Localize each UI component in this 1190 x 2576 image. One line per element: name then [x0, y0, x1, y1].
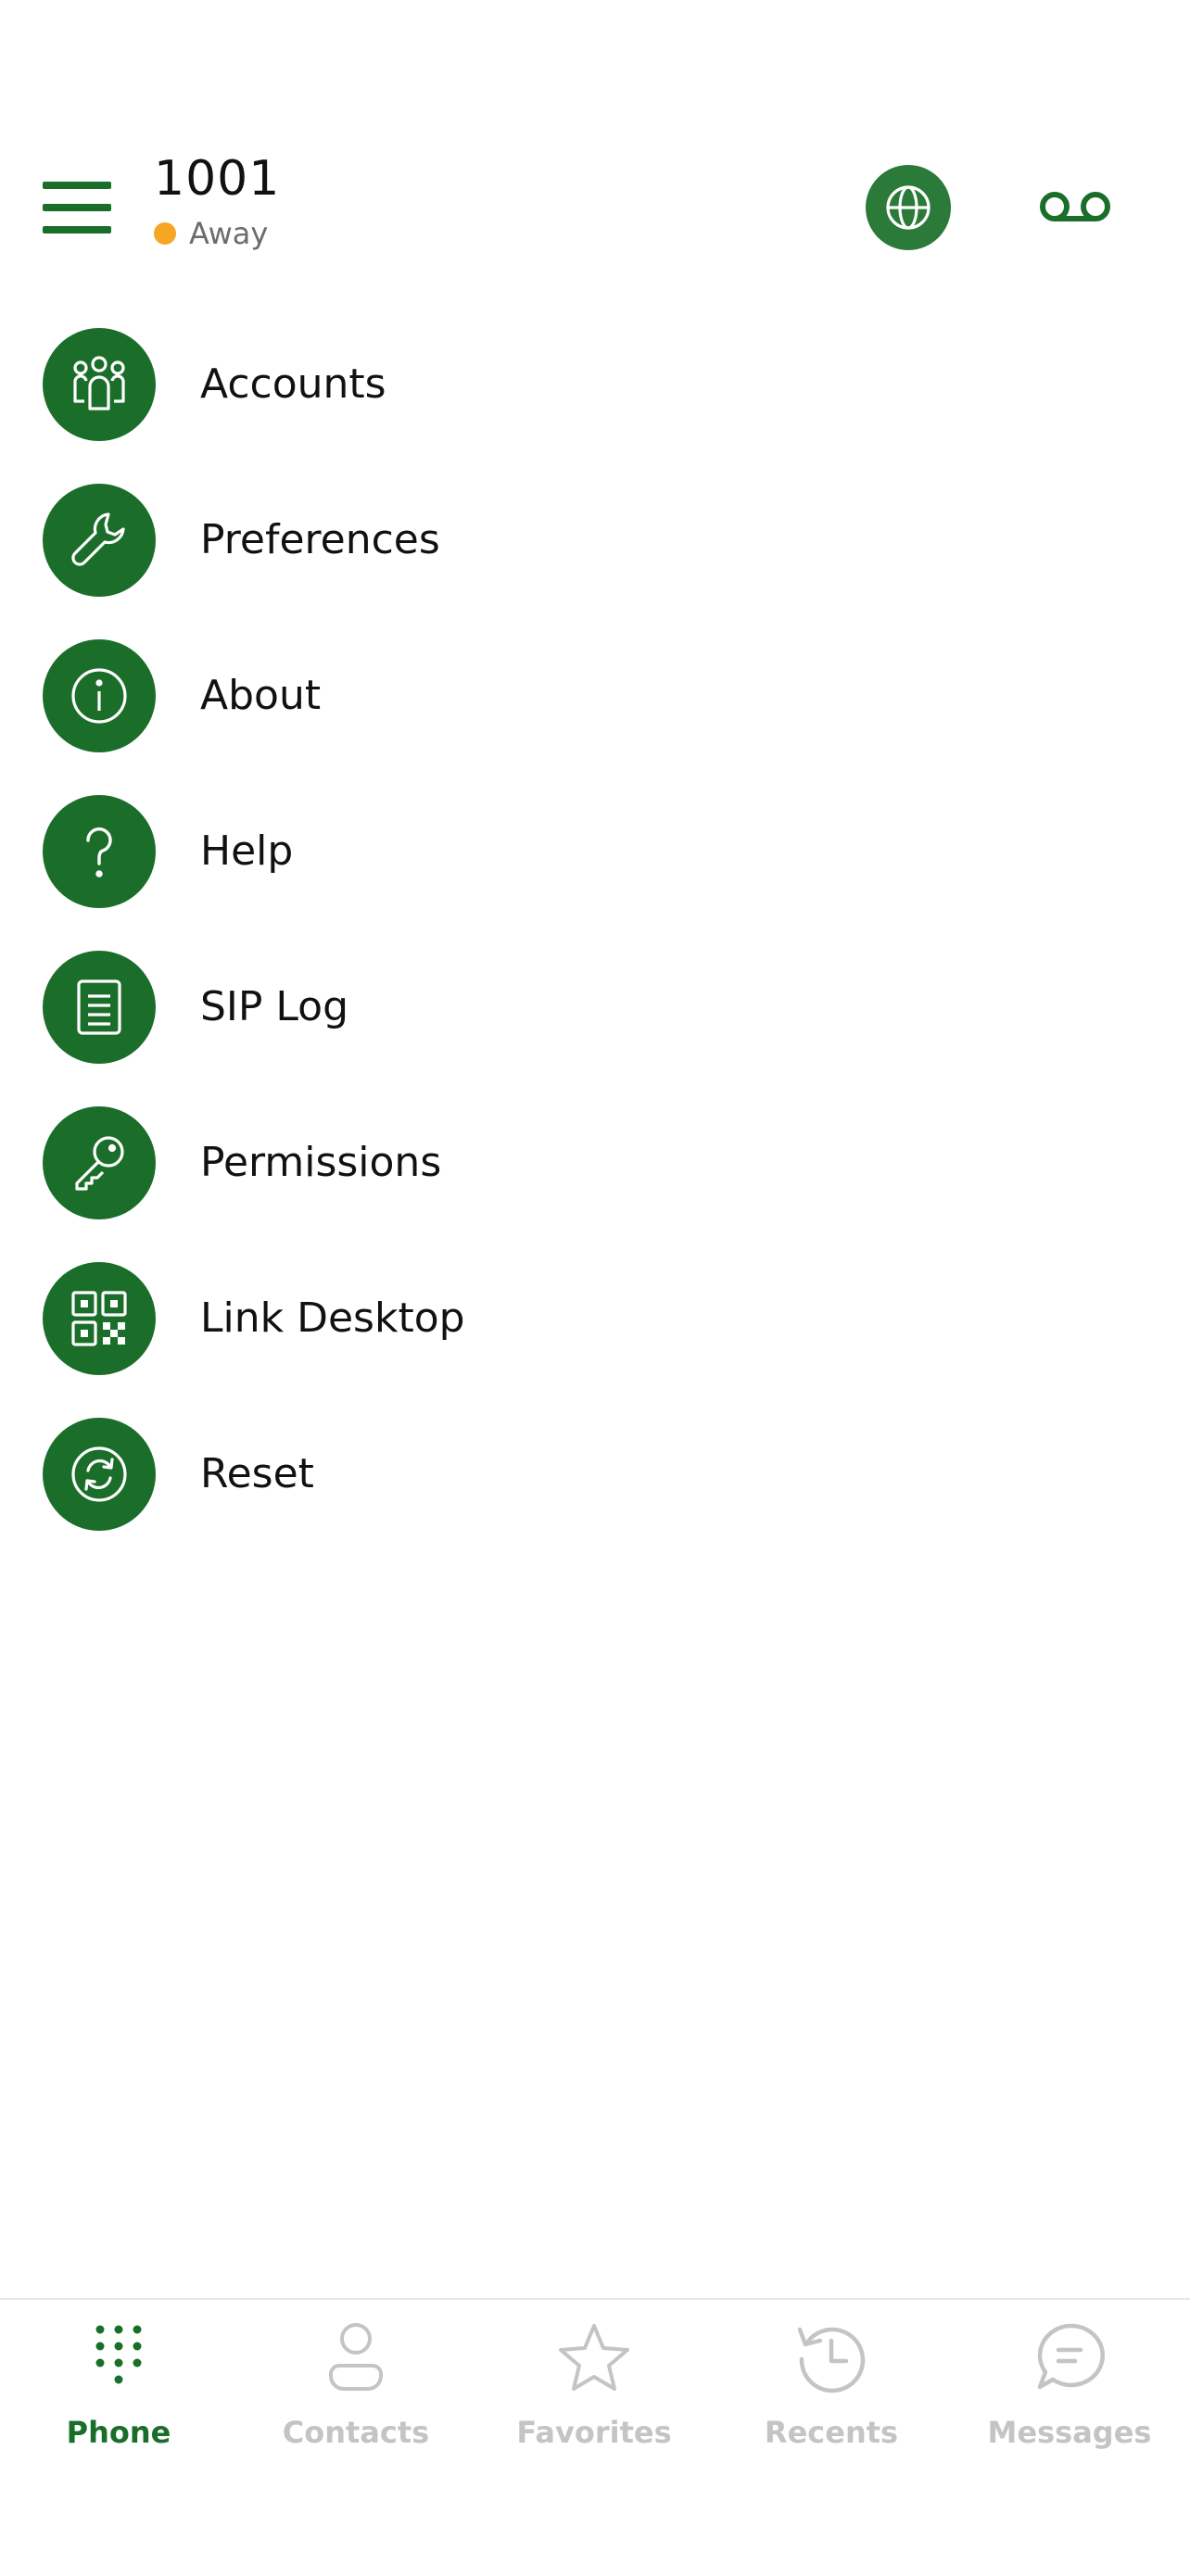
question-icon [43, 795, 156, 908]
bottom-tab-bar: Phone Contacts Favorites Recents Message… [0, 2298, 1190, 2576]
globe-icon [886, 185, 930, 230]
tab-label: Recents [764, 2415, 899, 2450]
chat-bubble-icon [951, 2318, 1188, 2396]
menu-item-reset[interactable]: Reset [0, 1395, 1190, 1551]
tab-label: Favorites [516, 2415, 672, 2450]
star-icon [475, 2318, 713, 2396]
info-icon [43, 639, 156, 752]
status-label: Away [189, 216, 269, 251]
menu-item-permissions[interactable]: Permissions [0, 1084, 1190, 1240]
voicemail-button[interactable] [1029, 176, 1121, 237]
globe-button[interactable] [866, 165, 951, 250]
menu-label: SIP Log [200, 983, 349, 1030]
menu-label: Link Desktop [200, 1294, 465, 1342]
person-icon [237, 2318, 475, 2396]
menu-label: Help [200, 827, 294, 875]
dialpad-icon [0, 2318, 237, 2396]
menu-item-sip-log[interactable]: SIP Log [0, 928, 1190, 1084]
qr-code-icon [43, 1262, 156, 1375]
tab-recents[interactable]: Recents [713, 2318, 950, 2467]
menu-label: About [200, 672, 322, 719]
menu-label: Accounts [200, 360, 386, 408]
menu-item-link-desktop[interactable]: Link Desktop [0, 1240, 1190, 1395]
menu-item-about[interactable]: About [0, 617, 1190, 773]
tab-label: Phone [66, 2415, 171, 2450]
menu-label: Preferences [200, 516, 440, 563]
refresh-icon [43, 1418, 156, 1531]
tab-phone[interactable]: Phone [0, 2318, 237, 2467]
account-number: 1001 [154, 151, 281, 207]
menu-item-accounts[interactable]: Accounts [0, 306, 1190, 461]
wrench-icon [43, 484, 156, 597]
top-bar: 1001 Away [0, 0, 1190, 278]
document-icon [43, 951, 156, 1064]
status-dot-icon [154, 222, 176, 245]
people-group-icon [43, 328, 156, 441]
tab-label: Messages [987, 2415, 1152, 2450]
tab-label: Contacts [282, 2415, 430, 2450]
presence-status[interactable]: Away [154, 213, 268, 254]
tab-contacts[interactable]: Contacts [237, 2318, 475, 2467]
menu-label: Reset [200, 1450, 314, 1497]
tab-favorites[interactable]: Favorites [475, 2318, 713, 2467]
tab-messages[interactable]: Messages [951, 2318, 1188, 2467]
hamburger-menu-icon[interactable] [43, 182, 111, 234]
menu-item-help[interactable]: Help [0, 773, 1190, 928]
key-icon [43, 1106, 156, 1219]
history-clock-icon [713, 2318, 950, 2396]
menu-label: Permissions [200, 1139, 442, 1186]
menu-item-preferences[interactable]: Preferences [0, 461, 1190, 617]
voicemail-icon [1040, 192, 1110, 221]
